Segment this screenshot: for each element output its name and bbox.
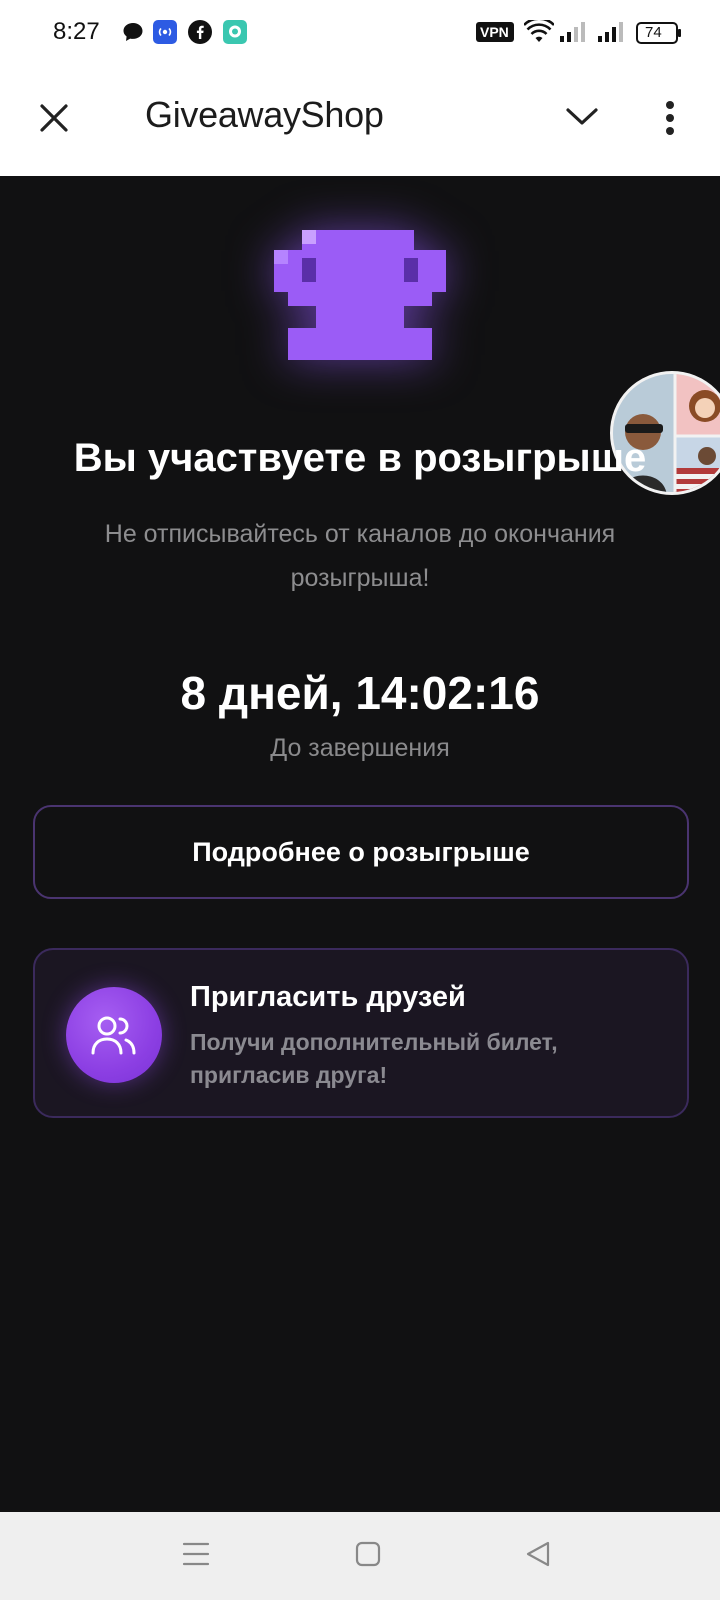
menu-lines-icon bbox=[182, 1542, 210, 1566]
giveaway-details-label: Подробнее о розыгрыше bbox=[192, 836, 530, 867]
invite-title: Пригласить друзей bbox=[190, 981, 466, 1013]
invite-friends-card[interactable]: Пригласить друзей Получи дополнительный … bbox=[33, 948, 689, 1118]
signal-icon-1 bbox=[560, 22, 585, 42]
back-button[interactable] bbox=[524, 1540, 552, 1573]
page-title: GiveawayShop bbox=[145, 94, 384, 135]
status-bar: 8:27 VPN 74 bbox=[0, 0, 720, 64]
collapse-button[interactable] bbox=[565, 106, 599, 133]
giveaway-details-button[interactable]: Подробнее о розыгрыше bbox=[33, 805, 689, 899]
invite-description: Получи дополнительный билет, пригласив д… bbox=[190, 1029, 558, 1088]
app-header: GiveawayShop bbox=[0, 64, 720, 176]
close-icon bbox=[40, 104, 68, 132]
messenger-bubble-icon bbox=[123, 23, 143, 41]
wifi-icon bbox=[524, 20, 554, 42]
more-vertical-icon bbox=[666, 101, 674, 135]
trophy-icon bbox=[274, 230, 446, 360]
users-icon bbox=[91, 1016, 136, 1055]
countdown-timer: 8 дней, 14:02:16 bbox=[180, 667, 540, 719]
back-triangle-icon bbox=[526, 1541, 550, 1567]
home-button[interactable] bbox=[354, 1540, 382, 1573]
recent-apps-button[interactable] bbox=[182, 1540, 210, 1573]
home-square-icon bbox=[355, 1541, 381, 1567]
more-menu-button[interactable] bbox=[664, 100, 676, 141]
status-time: 8:27 bbox=[53, 18, 100, 45]
signal-icon-2 bbox=[598, 22, 623, 42]
participation-subtitle: Не отписывайтесь от каналов до окончания… bbox=[104, 520, 616, 592]
battery-indicator: 74 bbox=[636, 22, 682, 44]
system-nav-bar bbox=[0, 1512, 720, 1600]
chevron-down-icon bbox=[566, 108, 598, 125]
chat-icon bbox=[223, 20, 247, 44]
vpn-badge: VPN bbox=[476, 22, 514, 47]
close-button[interactable] bbox=[38, 102, 70, 139]
facebook-icon bbox=[188, 20, 212, 44]
participation-title: Вы участвуете в розыгрыше bbox=[73, 436, 647, 480]
countdown-label: До завершения bbox=[270, 734, 450, 762]
main-content: Вы участвуете в розыгрыше Не отписывайте… bbox=[0, 176, 720, 1512]
podcast-icon bbox=[153, 20, 177, 44]
invite-icon-circle bbox=[66, 987, 162, 1083]
